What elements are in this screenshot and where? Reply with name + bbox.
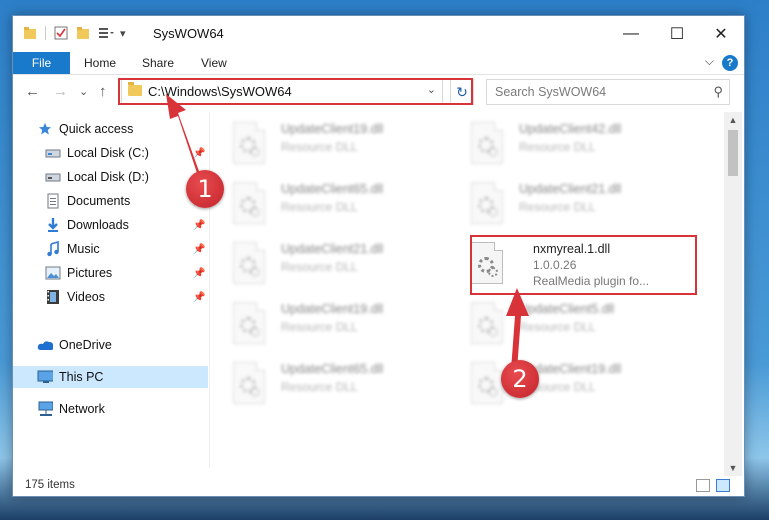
step-1-badge: 1 (186, 170, 224, 208)
step-2-badge: 2 (501, 360, 539, 398)
annotation-arrows (166, 94, 529, 370)
arrow-1 (166, 94, 200, 176)
arrow-2 (506, 288, 529, 370)
